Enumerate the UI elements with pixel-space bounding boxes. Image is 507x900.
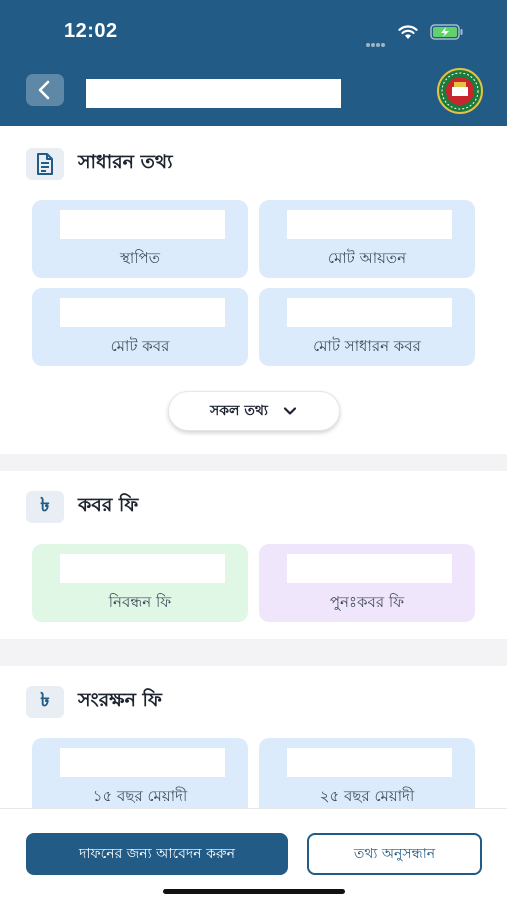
chevron-down-icon bbox=[283, 407, 297, 415]
page-title-box bbox=[86, 79, 341, 108]
card-label: মোট সাধারন কবর bbox=[313, 337, 421, 355]
card-label: পুনঃকবর ফি bbox=[329, 593, 405, 611]
card-label: ১৫ বছর মেয়াদী bbox=[92, 787, 188, 805]
wifi-icon bbox=[398, 25, 418, 39]
info-card-total-area: মোট আয়তন bbox=[259, 200, 475, 278]
all-info-button[interactable]: সকল তথ্য bbox=[168, 391, 340, 431]
info-search-button[interactable]: তথ্য অনুসন্ধান bbox=[307, 833, 482, 875]
document-icon bbox=[26, 148, 64, 180]
taka-icon: ৳ bbox=[26, 686, 64, 718]
card-label: স্থাপিত bbox=[119, 249, 160, 267]
value-box bbox=[60, 748, 225, 777]
apply-burial-button[interactable]: দাফনের জন্য আবেদন করুন bbox=[26, 833, 288, 875]
status-time: 12:02 bbox=[64, 20, 118, 42]
fee-card-reburial: পুনঃকবর ফি bbox=[259, 544, 475, 622]
card-label: ২৫ বছর মেয়াদী bbox=[319, 787, 415, 805]
battery-charging-icon bbox=[430, 24, 463, 40]
taka-icon: ৳ bbox=[26, 491, 64, 523]
emblem-logo bbox=[437, 68, 483, 114]
card-label: নিবন্ধন ফি bbox=[108, 593, 172, 611]
preservation-fee-header: ৳ সংরক্ষন ফি bbox=[26, 686, 162, 718]
value-box bbox=[60, 298, 225, 327]
grave-fee-section: ৳ কবর ফি নিবন্ধন ফি পুনঃকবর ফি bbox=[0, 471, 507, 639]
value-box bbox=[287, 210, 452, 239]
all-info-label: সকল তথ্য bbox=[210, 403, 268, 419]
info-card-general-graves: মোট সাধারন কবর bbox=[259, 288, 475, 366]
chevron-left-icon bbox=[38, 80, 50, 100]
value-box bbox=[60, 210, 225, 239]
info-card-total-graves: মোট কবর bbox=[32, 288, 248, 366]
value-box bbox=[287, 554, 452, 583]
section-title: সাধারন তথ্য bbox=[78, 151, 173, 173]
general-info-section: সাধারন তথ্য স্থাপিত মোট আয়তন মোট কবর মো… bbox=[0, 126, 507, 454]
fee-card-25-year: ২৫ বছর মেয়াদী bbox=[259, 738, 475, 808]
card-label: মোট কবর bbox=[110, 337, 170, 355]
cellular-signal-icon bbox=[366, 32, 388, 47]
section-title: সংরক্ষন ফি bbox=[78, 689, 162, 711]
value-box bbox=[287, 748, 452, 777]
fee-card-registration: নিবন্ধন ফি bbox=[32, 544, 248, 622]
value-box bbox=[287, 298, 452, 327]
value-box bbox=[60, 554, 225, 583]
card-label: মোট আয়তন bbox=[327, 249, 407, 267]
general-info-header: সাধারন তথ্য bbox=[26, 148, 173, 180]
preservation-fee-section: ৳ সংরক্ষন ফি ১৫ বছর মেয়াদী ২৫ বছর মেয়া… bbox=[0, 666, 507, 808]
home-indicator[interactable] bbox=[163, 889, 345, 894]
bottom-action-bar: দাফনের জন্য আবেদন করুন তথ্য অনুসন্ধান bbox=[0, 808, 507, 900]
grave-fee-header: ৳ কবর ফি bbox=[26, 491, 138, 523]
fee-card-15-year: ১৫ বছর মেয়াদী bbox=[32, 738, 248, 808]
section-title: কবর ফি bbox=[78, 494, 139, 516]
app-header: 12:02 bbox=[0, 0, 507, 126]
back-button[interactable] bbox=[26, 74, 64, 106]
info-card-established: স্থাপিত bbox=[32, 200, 248, 278]
